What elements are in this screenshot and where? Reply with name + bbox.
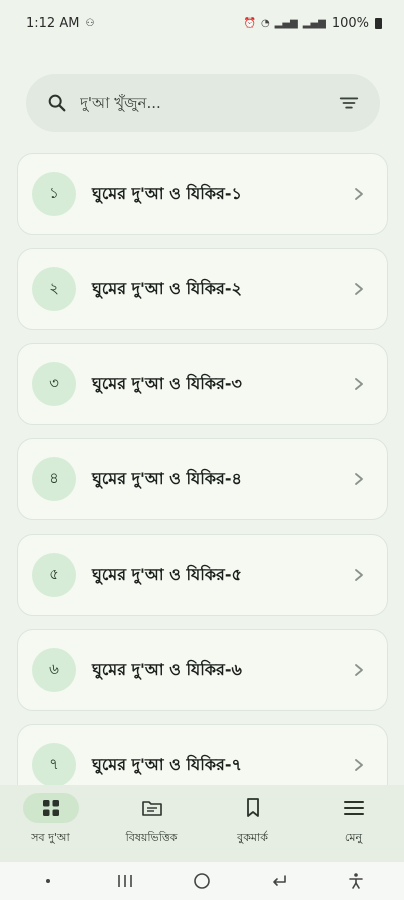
dua-title: ঘুমের দু'আ ও যিকির-৬	[92, 659, 242, 679]
home-button[interactable]	[189, 868, 215, 894]
battery-icon	[375, 17, 382, 29]
chevron-right-icon	[355, 378, 363, 390]
status-time: 1:12 AM	[26, 15, 80, 31]
dua-title: ঘুমের দু'আ ও যিকির-৫	[92, 564, 242, 584]
nav-bookmarks[interactable]: বুকমার্ক	[203, 793, 303, 848]
number-badge: ৭	[32, 743, 76, 785]
nav-topics[interactable]: বিষয়ভিত্তিক	[102, 793, 202, 848]
nav-label: মেনু	[344, 831, 363, 844]
status-bar: 1:12 AM ⚇ ⏰ ◔ ▂▄▆ ▂▄▆ 100%	[0, 0, 404, 46]
number-badge: ৬	[32, 648, 76, 692]
chevron-right-icon	[355, 759, 363, 771]
nav-icon-container	[326, 793, 382, 823]
bottom-nav: সব দু'আ বিষয়ভিত্তিক বুকমার্ক মেনু	[0, 785, 404, 862]
dua-title: ঘুমের দু'আ ও যিকির-৩	[92, 373, 242, 393]
nav-icon-container	[225, 793, 281, 823]
signal-icon-2: ▂▄▆	[302, 17, 326, 29]
nav-menu[interactable]: মেনু	[304, 793, 404, 848]
nav-icon-container	[22, 793, 79, 823]
filter-icon[interactable]	[338, 92, 360, 114]
chevron-right-icon	[355, 569, 363, 581]
list-item[interactable]: ৬ ঘুমের দু'আ ও যিকির-৬	[17, 629, 388, 711]
search-icon	[48, 94, 66, 112]
list-item[interactable]: ২ ঘুমের দু'আ ও যিকির-২	[17, 248, 388, 330]
list-item[interactable]: ১ ঘুমের দু'আ ও যিকির-১	[17, 153, 388, 235]
chevron-right-icon	[355, 473, 363, 485]
menu-icon	[343, 801, 364, 815]
chevron-right-icon	[355, 283, 363, 295]
wifi-icon: ◔	[260, 17, 270, 29]
list-item[interactable]: ৪ ঘুমের দু'আ ও যিকির-৪	[17, 438, 388, 520]
nav-label: সব দু'আ	[31, 831, 70, 844]
list-item[interactable]: ৩ ঘুমের দু'আ ও যিকির-৩	[17, 343, 388, 425]
chevron-right-icon	[355, 188, 363, 200]
dua-list: ১ ঘুমের দু'আ ও যিকির-১ ২ ঘুমের দু'আ ও যি…	[17, 151, 388, 785]
dua-title: ঘুমের দু'আ ও যিকির-১	[92, 183, 242, 203]
dua-title: ঘুমের দু'আ ও যিকির-২	[92, 278, 242, 298]
accessibility-button[interactable]	[343, 868, 369, 894]
number-badge: ৫	[32, 553, 76, 597]
number-badge: ২	[32, 267, 76, 311]
back-button[interactable]	[266, 868, 292, 894]
search-bar[interactable]	[26, 74, 380, 132]
nav-label: বুকমার্ক	[237, 831, 268, 844]
accessibility-icon	[348, 873, 363, 889]
chevron-right-icon	[355, 664, 363, 676]
folder-icon	[141, 801, 162, 816]
grid-icon	[42, 800, 59, 816]
notification-icon: ⚇	[85, 17, 95, 29]
system-nav-bar	[0, 862, 404, 900]
dot-indicator	[35, 868, 61, 894]
number-badge: ১	[32, 172, 76, 216]
nav-icon-container	[124, 793, 180, 823]
recent-apps-icon	[118, 875, 132, 887]
back-icon	[272, 875, 286, 886]
status-left: 1:12 AM ⚇	[26, 16, 94, 31]
list-item[interactable]: ৫ ঘুমের দু'আ ও যিকির-৫	[17, 534, 388, 616]
dua-title: ঘুমের দু'আ ও যিকির-৪	[92, 468, 242, 488]
list-item[interactable]: ৭ ঘুমের দু'আ ও যিকির-৭	[17, 724, 388, 785]
signal-icons: ⏰ ◔ ▂▄▆ ▂▄▆	[243, 18, 325, 29]
alarm-icon: ⏰	[243, 17, 256, 29]
number-badge: ৪	[32, 457, 76, 501]
number-badge: ৩	[32, 362, 76, 406]
nav-label: বিষয়ভিত্তিক	[125, 831, 178, 844]
signal-icon-1: ▂▄▆	[274, 17, 298, 29]
nav-all-duas[interactable]: সব দু'আ	[1, 793, 101, 848]
recent-apps-button[interactable]	[112, 868, 138, 894]
dua-title: ঘুমের দু'আ ও যিকির-৭	[92, 754, 242, 774]
search-input[interactable]	[80, 94, 338, 112]
battery-percent: 100%	[331, 15, 369, 31]
bookmark-icon	[246, 798, 259, 817]
home-circle-icon	[194, 873, 210, 889]
status-right: ⏰ ◔ ▂▄▆ ▂▄▆ 100%	[243, 16, 382, 31]
